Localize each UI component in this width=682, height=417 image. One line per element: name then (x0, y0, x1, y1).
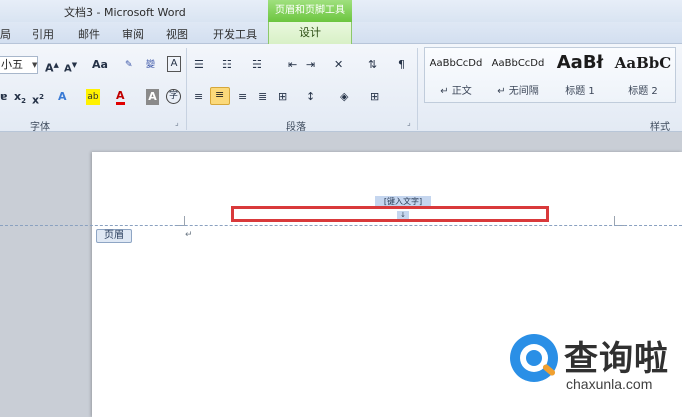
header-boundary-line (0, 225, 682, 226)
multilevel-list-icon[interactable]: ☵ (252, 57, 262, 73)
tab-developer[interactable]: 开发工具 (213, 26, 257, 42)
window-title: 文档3 - Microsoft Word (64, 6, 186, 19)
align-left-icon[interactable]: ≡ (194, 89, 203, 105)
watermark-logo-icon (510, 334, 558, 382)
distributed-icon[interactable]: ⊞ (278, 89, 287, 105)
shading-icon[interactable]: ◈ (340, 89, 348, 105)
bullets-icon[interactable]: ☰ (194, 57, 204, 73)
phonetic-guide-icon[interactable]: 變 (146, 57, 155, 73)
sort-icon[interactable]: ⇅ (368, 57, 377, 73)
group-divider (417, 48, 418, 130)
superscript-button[interactable]: x2 (32, 89, 44, 109)
font-color-button[interactable]: A (116, 89, 125, 105)
font-group-label: 字体 (30, 122, 50, 133)
line-spacing-icon[interactable]: ↕ (306, 89, 315, 105)
watermark-title: 查询啦 (564, 339, 669, 379)
annotation-highlight-box (231, 206, 549, 222)
clear-format-icon[interactable]: ✎ (125, 57, 133, 73)
styles-gallery: AaBbCcDd ↵ 正文 AaBbCcDd ↵ 无间隔 AaBł 标题 1 A… (424, 47, 676, 103)
text-effect-icon[interactable]: A (58, 89, 67, 105)
increase-indent-icon[interactable]: ⇥ (306, 57, 315, 73)
font-dialog-launcher-icon[interactable]: ⌟ (175, 118, 179, 127)
style-no-spacing[interactable]: AaBbCcDd ↵ 无间隔 (487, 48, 549, 102)
font-size-dropdown-icon[interactable]: ▼ (32, 56, 40, 74)
styles-group-label: 样式 (650, 122, 670, 133)
char-border-icon[interactable]: A (167, 56, 181, 72)
chinese-layout-icon[interactable]: ✕ (334, 57, 343, 73)
change-case-button[interactable]: Aa (92, 57, 108, 73)
tab-design[interactable]: 设计 (268, 22, 352, 44)
style-normal[interactable]: AaBbCcDd ↵ 正文 (425, 48, 487, 102)
tab-layout[interactable]: 局 (0, 26, 11, 42)
align-center-button[interactable]: ≡ (210, 87, 230, 105)
style-heading-1[interactable]: AaBł 标题 1 (549, 48, 611, 102)
context-tab-group-label: 页眉和页脚工具 (268, 0, 352, 22)
strikethrough-button[interactable]: ɐ (0, 89, 7, 105)
char-shading-button[interactable]: A (146, 89, 159, 105)
subscript-button[interactable]: x2 (14, 89, 26, 109)
align-right-icon[interactable]: ≡ (238, 89, 247, 105)
tab-mailings[interactable]: 邮件 (78, 26, 100, 42)
tab-view[interactable]: 视图 (166, 26, 188, 42)
header-label-badge: 页眉 (96, 229, 132, 243)
tab-review[interactable]: 审阅 (122, 26, 144, 42)
shrink-font-button[interactable]: A▼ (64, 57, 77, 77)
style-heading-2[interactable]: AaBbC 标题 2 (611, 48, 675, 102)
watermark-domain: chaxunla.com (566, 376, 653, 392)
tab-references[interactable]: 引用 (32, 26, 54, 42)
numbering-icon[interactable]: ☷ (222, 57, 232, 73)
justify-icon[interactable]: ≣ (258, 89, 267, 105)
borders-icon[interactable]: ⊞ (370, 89, 379, 105)
group-divider (186, 48, 187, 130)
show-marks-icon[interactable]: ¶ (398, 57, 405, 73)
decrease-indent-icon[interactable]: ⇤ (288, 57, 297, 73)
paragraph-dialog-launcher-icon[interactable]: ⌟ (407, 118, 411, 127)
grow-font-button[interactable]: A▲ (45, 57, 59, 77)
paragraph-group-label: 段落 (286, 122, 306, 133)
paragraph-mark: ↵ (185, 230, 193, 240)
enclose-char-button[interactable]: 字 (166, 89, 181, 104)
highlight-icon[interactable]: ab (86, 89, 100, 105)
